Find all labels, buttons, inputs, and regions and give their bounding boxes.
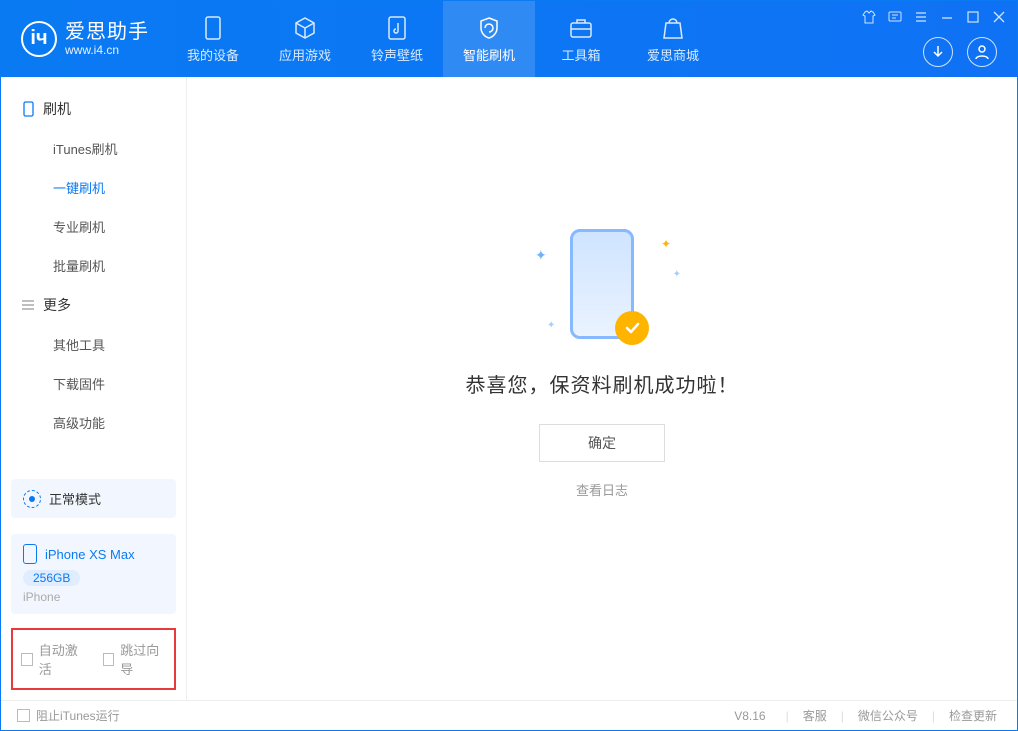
nav-label: 铃声壁纸 [371, 45, 423, 64]
support-link[interactable]: 客服 [799, 707, 831, 724]
minimize-button[interactable] [939, 9, 955, 25]
sparkle-icon: ✦ [547, 320, 555, 331]
version-label: V8.16 [734, 709, 765, 723]
mode-label: 正常模式 [49, 489, 101, 508]
sidebar: 刷机 iTunes刷机 一键刷机 专业刷机 批量刷机 更多 其他工具 下载固件 … [1, 77, 187, 700]
device-info[interactable]: iPhone XS Max 256GB iPhone [11, 534, 176, 614]
checkbox-label: 阻止iTunes运行 [36, 707, 120, 724]
sidebar-item-onekey-flash[interactable]: 一键刷机 [1, 168, 186, 207]
nav-smart-flash[interactable]: 智能刷机 [443, 1, 535, 77]
nav-toolbox[interactable]: 工具箱 [535, 1, 627, 77]
nav-label: 我的设备 [187, 45, 239, 64]
cube-icon [292, 15, 318, 41]
checkbox-icon [21, 653, 33, 666]
nav-label: 工具箱 [561, 45, 600, 64]
phone-small-icon [21, 102, 35, 116]
device-name: iPhone XS Max [45, 547, 135, 562]
list-icon [21, 298, 35, 312]
sidebar-item-itunes-flash[interactable]: iTunes刷机 [1, 129, 186, 168]
nav-label: 智能刷机 [463, 45, 515, 64]
device-type: iPhone [23, 590, 164, 604]
view-log-link[interactable]: 查看日志 [576, 480, 628, 499]
app-name: 爱思助手 [65, 21, 149, 44]
download-button[interactable] [923, 37, 953, 67]
main-content: ✦ ✦ ✦ ✦ 恭喜您，保资料刷机成功啦！ 确定 查看日志 [187, 77, 1017, 700]
shield-refresh-icon [476, 15, 502, 41]
sparkle-icon: ✦ [661, 237, 671, 251]
wechat-link[interactable]: 微信公众号 [854, 707, 922, 724]
maximize-button[interactable] [965, 9, 981, 25]
nav-my-device[interactable]: 我的设备 [167, 1, 259, 77]
ok-button[interactable]: 确定 [539, 424, 665, 462]
sidebar-group-more: 更多 [1, 285, 186, 325]
logo[interactable]: iч 爱思助手 www.i4.cn [1, 21, 167, 58]
account-button[interactable] [967, 37, 997, 67]
sidebar-group-label: 更多 [43, 295, 71, 315]
nav-apps-games[interactable]: 应用游戏 [259, 1, 351, 77]
sidebar-group-label: 刷机 [43, 99, 71, 119]
bottom-options-box: 自动激活 跳过向导 [11, 628, 176, 690]
checkbox-label: 自动激活 [39, 640, 85, 678]
sparkle-icon: ✦ [535, 247, 547, 264]
bag-icon [660, 15, 686, 41]
logo-icon: iч [21, 21, 57, 57]
nav-store[interactable]: 爱思商城 [627, 1, 719, 77]
music-file-icon [384, 15, 410, 41]
sidebar-item-pro-flash[interactable]: 专业刷机 [1, 207, 186, 246]
phone-icon [200, 15, 226, 41]
checkbox-icon [17, 709, 30, 722]
footer: 阻止iTunes运行 V8.16 | 客服 | 微信公众号 | 检查更新 [1, 700, 1017, 730]
device-storage: 256GB [23, 570, 80, 586]
nav-label: 应用游戏 [279, 45, 331, 64]
auto-activate-checkbox[interactable]: 自动激活 [21, 640, 85, 678]
app-header: iч 爱思助手 www.i4.cn 我的设备 应用游戏 铃声壁纸 智能刷机 工具… [1, 1, 1017, 77]
mode-icon [23, 490, 41, 508]
success-illustration: ✦ ✦ ✦ ✦ [517, 219, 687, 349]
sparkle-icon: ✦ [673, 269, 681, 280]
shirt-icon[interactable] [861, 9, 877, 25]
briefcase-icon [568, 15, 594, 41]
menu-icon[interactable] [913, 9, 929, 25]
check-update-link[interactable]: 检查更新 [945, 707, 1001, 724]
sidebar-item-batch-flash[interactable]: 批量刷机 [1, 246, 186, 285]
close-button[interactable] [991, 9, 1007, 25]
success-message: 恭喜您，保资料刷机成功啦！ [466, 369, 739, 398]
prevent-itunes-checkbox[interactable]: 阻止iTunes运行 [17, 707, 120, 724]
device-phone-icon [23, 544, 37, 564]
skip-guide-checkbox[interactable]: 跳过向导 [103, 640, 167, 678]
checkbox-icon [103, 653, 115, 666]
app-url: www.i4.cn [65, 44, 149, 58]
mode-indicator[interactable]: 正常模式 [11, 479, 176, 518]
nav-label: 爱思商城 [647, 45, 699, 64]
top-nav: 我的设备 应用游戏 铃声壁纸 智能刷机 工具箱 爱思商城 [167, 1, 719, 77]
checkbox-label: 跳过向导 [120, 640, 166, 678]
nav-ring-wallpaper[interactable]: 铃声壁纸 [351, 1, 443, 77]
sidebar-item-download-fw[interactable]: 下载固件 [1, 364, 186, 403]
check-badge-icon [615, 311, 649, 345]
sidebar-item-advanced[interactable]: 高级功能 [1, 403, 186, 442]
feedback-icon[interactable] [887, 9, 903, 25]
sidebar-item-other-tools[interactable]: 其他工具 [1, 325, 186, 364]
sidebar-group-flash: 刷机 [1, 89, 186, 129]
